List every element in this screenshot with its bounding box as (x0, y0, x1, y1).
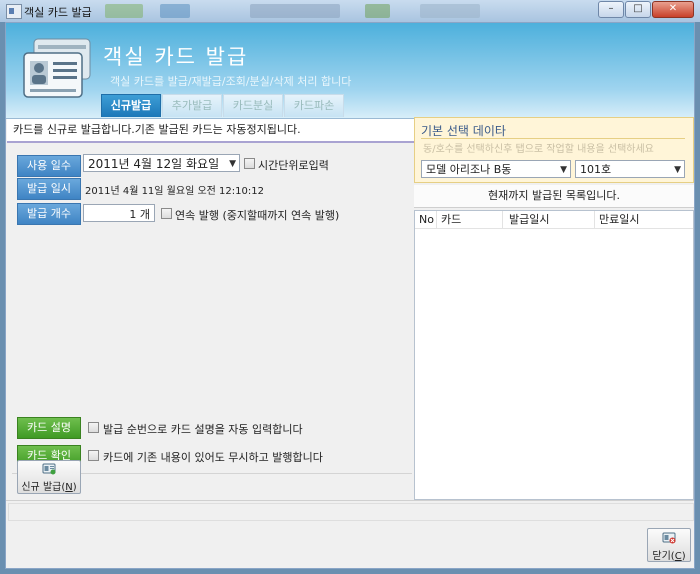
usage-date-value: 2011년 4월 12일 화요일 (88, 157, 220, 171)
issue-time-value: 2011년 4월 11일 월요일 오전 12:10:12 (85, 186, 264, 197)
base-selection-header: 기본 선택 데이타 (421, 124, 506, 138)
app-icon (6, 4, 22, 19)
close-label: 닫기( (652, 551, 675, 562)
page-subtitle: 객실 카드를 발급/재발급/조회/분실/삭제 처리 합니다 (110, 75, 352, 88)
blurred-taskbar-item (105, 4, 143, 18)
info-message: 카드를 신규로 발급합니다.기존 발급된 카드는 자동정지됩니다. (7, 119, 419, 143)
column-card[interactable]: 카드 (437, 211, 503, 228)
window-title: 객실 카드 발급 (24, 6, 92, 19)
chevron-down-icon: ▼ (229, 159, 236, 169)
new-issue-label-end: ) (72, 482, 77, 493)
auto-description-label: 발급 순번으로 카드 설명을 자동 입력합니다 (103, 423, 303, 436)
issued-list-title: 현재까지 발급된 목록입니다. (414, 185, 694, 208)
card-issue-icon (23, 38, 91, 98)
base-selection-panel: 기본 선택 데이타 동/호수를 선택하신후 탭으로 작업할 내용을 선택하세요 … (414, 117, 694, 183)
usage-days-label: 사용 일수 (17, 155, 81, 177)
blurred-taskbar-item (160, 4, 190, 18)
close-label-end: ) (681, 551, 686, 562)
chevron-down-icon: ▼ (560, 165, 567, 175)
maximize-button[interactable]: □ (625, 1, 651, 18)
continuous-issue-checkbox[interactable] (161, 208, 172, 219)
column-expire-time[interactable]: 만료일시 (595, 211, 693, 228)
status-panel (8, 503, 694, 521)
header-banner: 객실 카드 발급 객실 카드를 발급/재발급/조회/분실/삭제 처리 합니다 신… (6, 23, 694, 119)
chevron-down-icon: ▼ (674, 165, 681, 175)
close-window-button[interactable]: ✕ (652, 1, 694, 18)
main-window: 객실 카드 발급 객실 카드를 발급/재발급/조회/분실/삭제 처리 합니다 신… (5, 22, 695, 569)
continuous-issue-label: 연속 발행 (중지할때까지 연속 발행) (175, 209, 340, 222)
issued-card-list[interactable]: No 카드 발급일시 만료일시 (414, 210, 694, 500)
tab-card-lost[interactable]: 카드분실 (223, 94, 283, 117)
divider (421, 138, 685, 139)
new-card-icon (42, 463, 56, 475)
issue-count-input[interactable]: 1 개 (83, 204, 155, 222)
tab-new-issue[interactable]: 신규발급 (101, 94, 161, 117)
tab-bar: 신규발급 추가발급 카드분실 카드파손 (101, 94, 345, 117)
auto-description-checkbox[interactable] (88, 422, 99, 433)
ignore-existing-checkbox[interactable] (88, 450, 99, 461)
building-select[interactable]: 모델 아리조나 B동 ▼ (421, 160, 571, 178)
building-value: 모델 아리조나 B동 (426, 163, 512, 176)
column-issue-time[interactable]: 발급일시 (503, 211, 595, 228)
time-unit-label: 시간단위로입력 (258, 159, 329, 172)
issue-time-label: 발급 일시 (17, 178, 81, 200)
close-hotkey: C (674, 551, 682, 562)
right-panel: 기본 선택 데이타 동/호수를 선택하신후 탭으로 작업할 내용을 선택하세요 … (414, 117, 694, 500)
tab-additional-issue[interactable]: 추가발급 (162, 94, 222, 117)
card-description-button[interactable]: 카드 설명 (17, 417, 81, 439)
ignore-existing-label: 카드에 기존 내용이 있어도 무시하고 발행합니다 (103, 451, 323, 464)
base-selection-hint: 동/호수를 선택하신후 탭으로 작업할 내용을 선택하세요 (423, 144, 654, 155)
status-bar (6, 500, 694, 523)
room-value: 101호 (580, 163, 612, 176)
issue-count-value: 1 (129, 208, 137, 221)
blurred-taskbar-item (420, 4, 480, 18)
usage-date-picker[interactable]: 2011년 4월 12일 화요일 ▼ (83, 154, 240, 172)
minimize-button[interactable]: – (598, 1, 624, 18)
new-issue-label: 신규 발급( (21, 482, 66, 493)
new-issue-button[interactable]: 신규 발급(N) (17, 460, 81, 494)
page-title: 객실 카드 발급 (103, 45, 249, 69)
issue-count-label: 발급 개수 (17, 203, 81, 225)
close-button[interactable]: 닫기(C) (647, 528, 691, 562)
time-unit-checkbox[interactable] (244, 158, 255, 169)
issue-count-unit: 개 (139, 208, 150, 221)
column-no[interactable]: No (415, 211, 437, 228)
title-bar: 객실 카드 발급 – □ ✕ (0, 0, 700, 22)
blurred-taskbar-item (365, 4, 390, 18)
room-select[interactable]: 101호 ▼ (575, 160, 685, 178)
blurred-taskbar-item (250, 4, 340, 18)
new-issue-hotkey: N (65, 482, 73, 493)
list-header: No 카드 발급일시 만료일시 (415, 211, 693, 229)
close-card-icon (662, 532, 676, 544)
tab-card-damaged[interactable]: 카드파손 (284, 94, 344, 117)
